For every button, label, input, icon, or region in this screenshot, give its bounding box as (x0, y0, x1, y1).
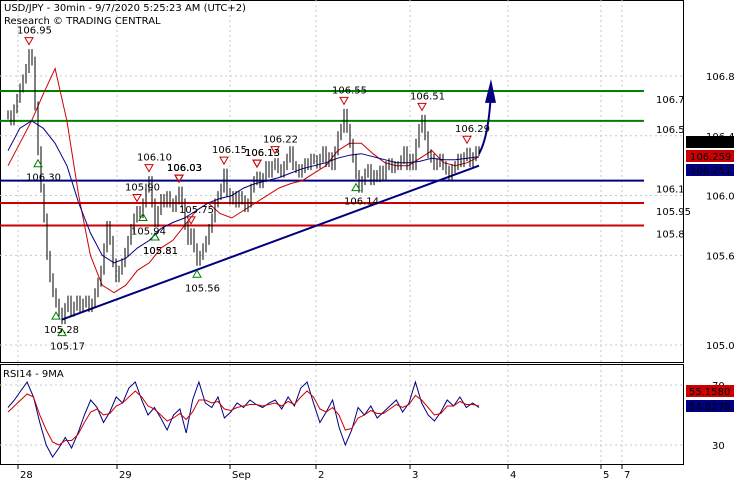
y-tick-label: 105.0 (706, 341, 735, 352)
swing-price-label: 106.03 (167, 163, 202, 174)
x-tick-label: 2 (318, 470, 324, 480)
x-tick-label: 28 (20, 470, 33, 480)
swing-price-label: 106.22 (263, 135, 298, 146)
chart-credit: Research © TRADING CENTRAL (4, 16, 161, 27)
level-label: 105.8 (656, 229, 685, 240)
swing-price-label: 106.14 (344, 197, 379, 208)
swing-price-label: 105.94 (131, 227, 166, 238)
y-tick-label: 105.6 (706, 251, 735, 262)
level-label: 106.5 (656, 125, 685, 136)
swing-price-label: 106.55 (332, 85, 367, 96)
swing-price-label: 105.81 (143, 246, 178, 257)
rsi-badge-label: 54.8278 (689, 402, 730, 413)
chart-title: USD/JPY - 30min - 9/7/2020 5:25:23 AM (U… (4, 3, 246, 14)
swing-price-label: 106.30 (26, 173, 61, 184)
swing-price-label: 106.29 (455, 124, 490, 135)
level-label: 105.95 (656, 207, 691, 218)
x-tick-label: Sep (232, 470, 251, 480)
swing-price-label: 105.28 (44, 325, 79, 336)
x-tick-label: 7 (624, 470, 630, 480)
usdjpy-chart: 106.7 106.5 106.1 105.95 105.8 106.95 105.17 1… (0, 0, 735, 480)
x-tick-label: 5 (603, 470, 609, 480)
swing-price-label: 106.13 (245, 148, 280, 159)
rsi-tick-label: 30 (712, 441, 725, 452)
x-tick-label: 4 (510, 470, 516, 480)
swing-price-label: 106.15 (212, 145, 247, 156)
swing-price-label: 106.51 (410, 91, 445, 102)
price-badge-label: 106.251 (690, 166, 731, 177)
price-badge-label: 106.295 (690, 138, 731, 149)
level-label: 106.1 (656, 185, 685, 196)
swing-price-label: 105.75 (179, 205, 214, 216)
y-tick-label: 106.8 (706, 72, 735, 83)
swing-price-label: 105.17 (50, 342, 85, 353)
x-tick-label: 29 (119, 470, 132, 480)
y-tick-label: 106.0 (706, 192, 735, 203)
swing-price-label: 105.56 (185, 283, 220, 294)
rsi-badge-label: 55.1580 (689, 387, 730, 398)
x-tick-label: 3 (412, 470, 418, 480)
level-label: 106.7 (656, 95, 685, 106)
swing-price-label: 106.95 (17, 26, 52, 37)
swing-price-label: 106.10 (137, 153, 172, 164)
rsi-label: RSI14 - 9MA (3, 369, 64, 380)
swing-price-label: 105.90 (125, 183, 160, 194)
price-badge-label: 106.259 (690, 152, 731, 163)
